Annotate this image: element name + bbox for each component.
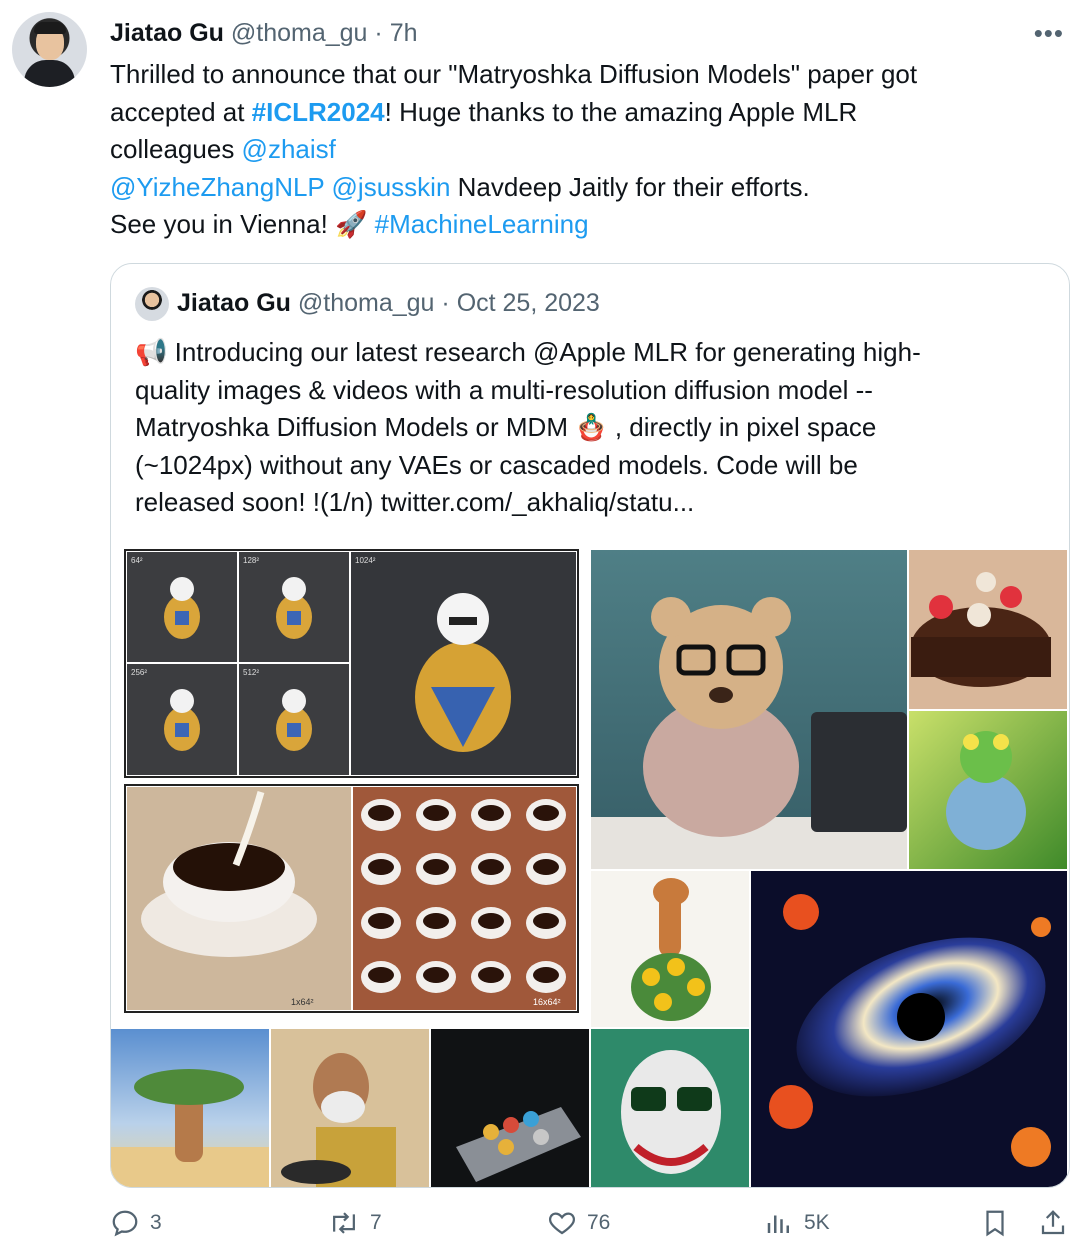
reply-icon xyxy=(112,1210,138,1237)
tweet-line: accepted at #ICLR2024! Huge thanks to th… xyxy=(110,94,1050,132)
label-64: 64² xyxy=(131,556,143,565)
tweet-header: Jiatao Gu @thoma_gu · 7h xyxy=(110,16,418,50)
image-collage[interactable]: 64² 128² 1024² 256² 512² 1x64² 16x64² xyxy=(111,547,1069,1187)
label-256: 256² xyxy=(131,668,147,677)
matryoshka-doll-emoji: 🪆 xyxy=(575,412,608,442)
quoted-text-line3-post: , directly in pixel space xyxy=(607,412,877,442)
heart-icon xyxy=(549,1212,575,1235)
quoted-text-line3-pre: Matryoshka Diffusion Models or MDM xyxy=(135,412,576,442)
author-handle[interactable]: @thoma_gu xyxy=(231,19,368,47)
author-name[interactable]: Jiatao Gu xyxy=(110,19,224,47)
label-128: 128² xyxy=(243,556,259,565)
share-icon xyxy=(1041,1210,1065,1235)
repost-button[interactable]: 7 xyxy=(328,1208,382,1238)
hashtag-machinelearning[interactable]: #MachineLearning xyxy=(375,209,589,239)
tweet-text-line2-post: ! Huge thanks to the amazing Apple MLR xyxy=(384,96,858,127)
tweet-time[interactable]: 7h xyxy=(390,19,418,47)
label-512: 512² xyxy=(243,668,259,677)
views-icon xyxy=(767,1215,789,1233)
reply-count: 3 xyxy=(150,1211,162,1234)
views-count: 5K xyxy=(804,1211,830,1234)
quoted-text-line2: quality images & videos with a multi-res… xyxy=(135,374,873,405)
quoted-author-handle: @thoma_gu xyxy=(297,289,435,317)
collage-svg: 64² 128² 1024² 256² 512² 1x64² 16x64² xyxy=(111,549,1067,1187)
quoted-text-line4: (~1024px) without any VAEs or cascaded m… xyxy=(135,449,858,480)
quoted-header: Jiatao Gu @thoma_gu · Oct 25, 2023 xyxy=(135,286,600,322)
bookmark-button[interactable] xyxy=(980,1208,1010,1238)
label-16x64: 16x64² xyxy=(533,997,561,1007)
mention-zhaisf[interactable]: @zhaisf xyxy=(242,134,336,164)
coffee-liquid xyxy=(173,843,285,891)
header-separator: · xyxy=(374,19,383,47)
like-button[interactable]: 76 xyxy=(547,1208,610,1238)
share-button[interactable] xyxy=(1038,1208,1068,1238)
bookmark-icon xyxy=(986,1210,1004,1237)
tweet-line: Thrilled to announce that our "Matryoshk… xyxy=(110,56,1050,94)
tweet-text-line1: Thrilled to announce that our "Matryoshk… xyxy=(110,59,918,89)
action-bar: 3 7 76 5K xyxy=(110,1208,1070,1248)
quoted-line: 📢 Introducing our latest research @Apple… xyxy=(135,334,1035,372)
more-icon[interactable]: ••• xyxy=(1034,18,1064,49)
views-button[interactable]: 5K xyxy=(764,1208,830,1238)
reply-button[interactable]: 3 xyxy=(110,1208,162,1238)
like-count: 76 xyxy=(587,1211,611,1234)
tweet-line: colleagues @zhaisf xyxy=(110,131,1050,169)
rocket-emoji: 🚀 xyxy=(335,209,368,239)
tweet-text-line2-pre: accepted at xyxy=(110,96,252,127)
quoted-text-line1: Introducing our latest research @Apple M… xyxy=(167,337,921,367)
mention-jsusskin[interactable]: @jsusskin xyxy=(332,172,451,202)
avatar-hair xyxy=(34,22,66,34)
repost-icon xyxy=(333,1212,355,1234)
megaphone-emoji: 📢 xyxy=(135,337,168,367)
author-avatar[interactable] xyxy=(12,12,87,87)
label-1x64: 1x64² xyxy=(291,997,314,1007)
quoted-line: Matryoshka Diffusion Models or MDM 🪆 , d… xyxy=(135,409,1035,447)
quoted-tweet-card[interactable]: Jiatao Gu @thoma_gu · Oct 25, 2023 📢 Int… xyxy=(110,263,1070,1188)
tweet-line: @YizheZhangNLP @jsusskin Navdeep Jaitly … xyxy=(110,169,1050,207)
tweet-text: Thrilled to announce that our "Matryoshk… xyxy=(110,56,1050,244)
quoted-text: 📢 Introducing our latest research @Apple… xyxy=(135,334,1035,522)
quoted-date: Oct 25, 2023 xyxy=(456,289,600,317)
quoted-author-avatar xyxy=(135,287,169,322)
tweet-text-line3-pre: colleagues xyxy=(110,134,242,164)
label-1024: 1024² xyxy=(355,556,376,565)
tweet-text-line5-pre: See you in Vienna! xyxy=(110,209,336,239)
tweet-line: See you in Vienna! 🚀 #MachineLearning xyxy=(110,206,1050,244)
mention-yizhezhangnlp[interactable]: @YizheZhangNLP xyxy=(110,172,324,202)
avatar-suit xyxy=(24,60,75,87)
repost-count: 7 xyxy=(370,1211,382,1234)
quoted-author-name: Jiatao Gu xyxy=(177,289,291,317)
teddy-laptop xyxy=(811,712,907,832)
quoted-text-line5: released soon! !(1/n) twitter.com/_akhal… xyxy=(135,487,695,517)
tweet-text-line4-post: Navdeep Jaitly for their efforts. xyxy=(450,171,810,202)
hashtag-iclr2024[interactable]: #ICLR2024 xyxy=(252,97,385,127)
quoted-separator: · xyxy=(441,289,450,317)
